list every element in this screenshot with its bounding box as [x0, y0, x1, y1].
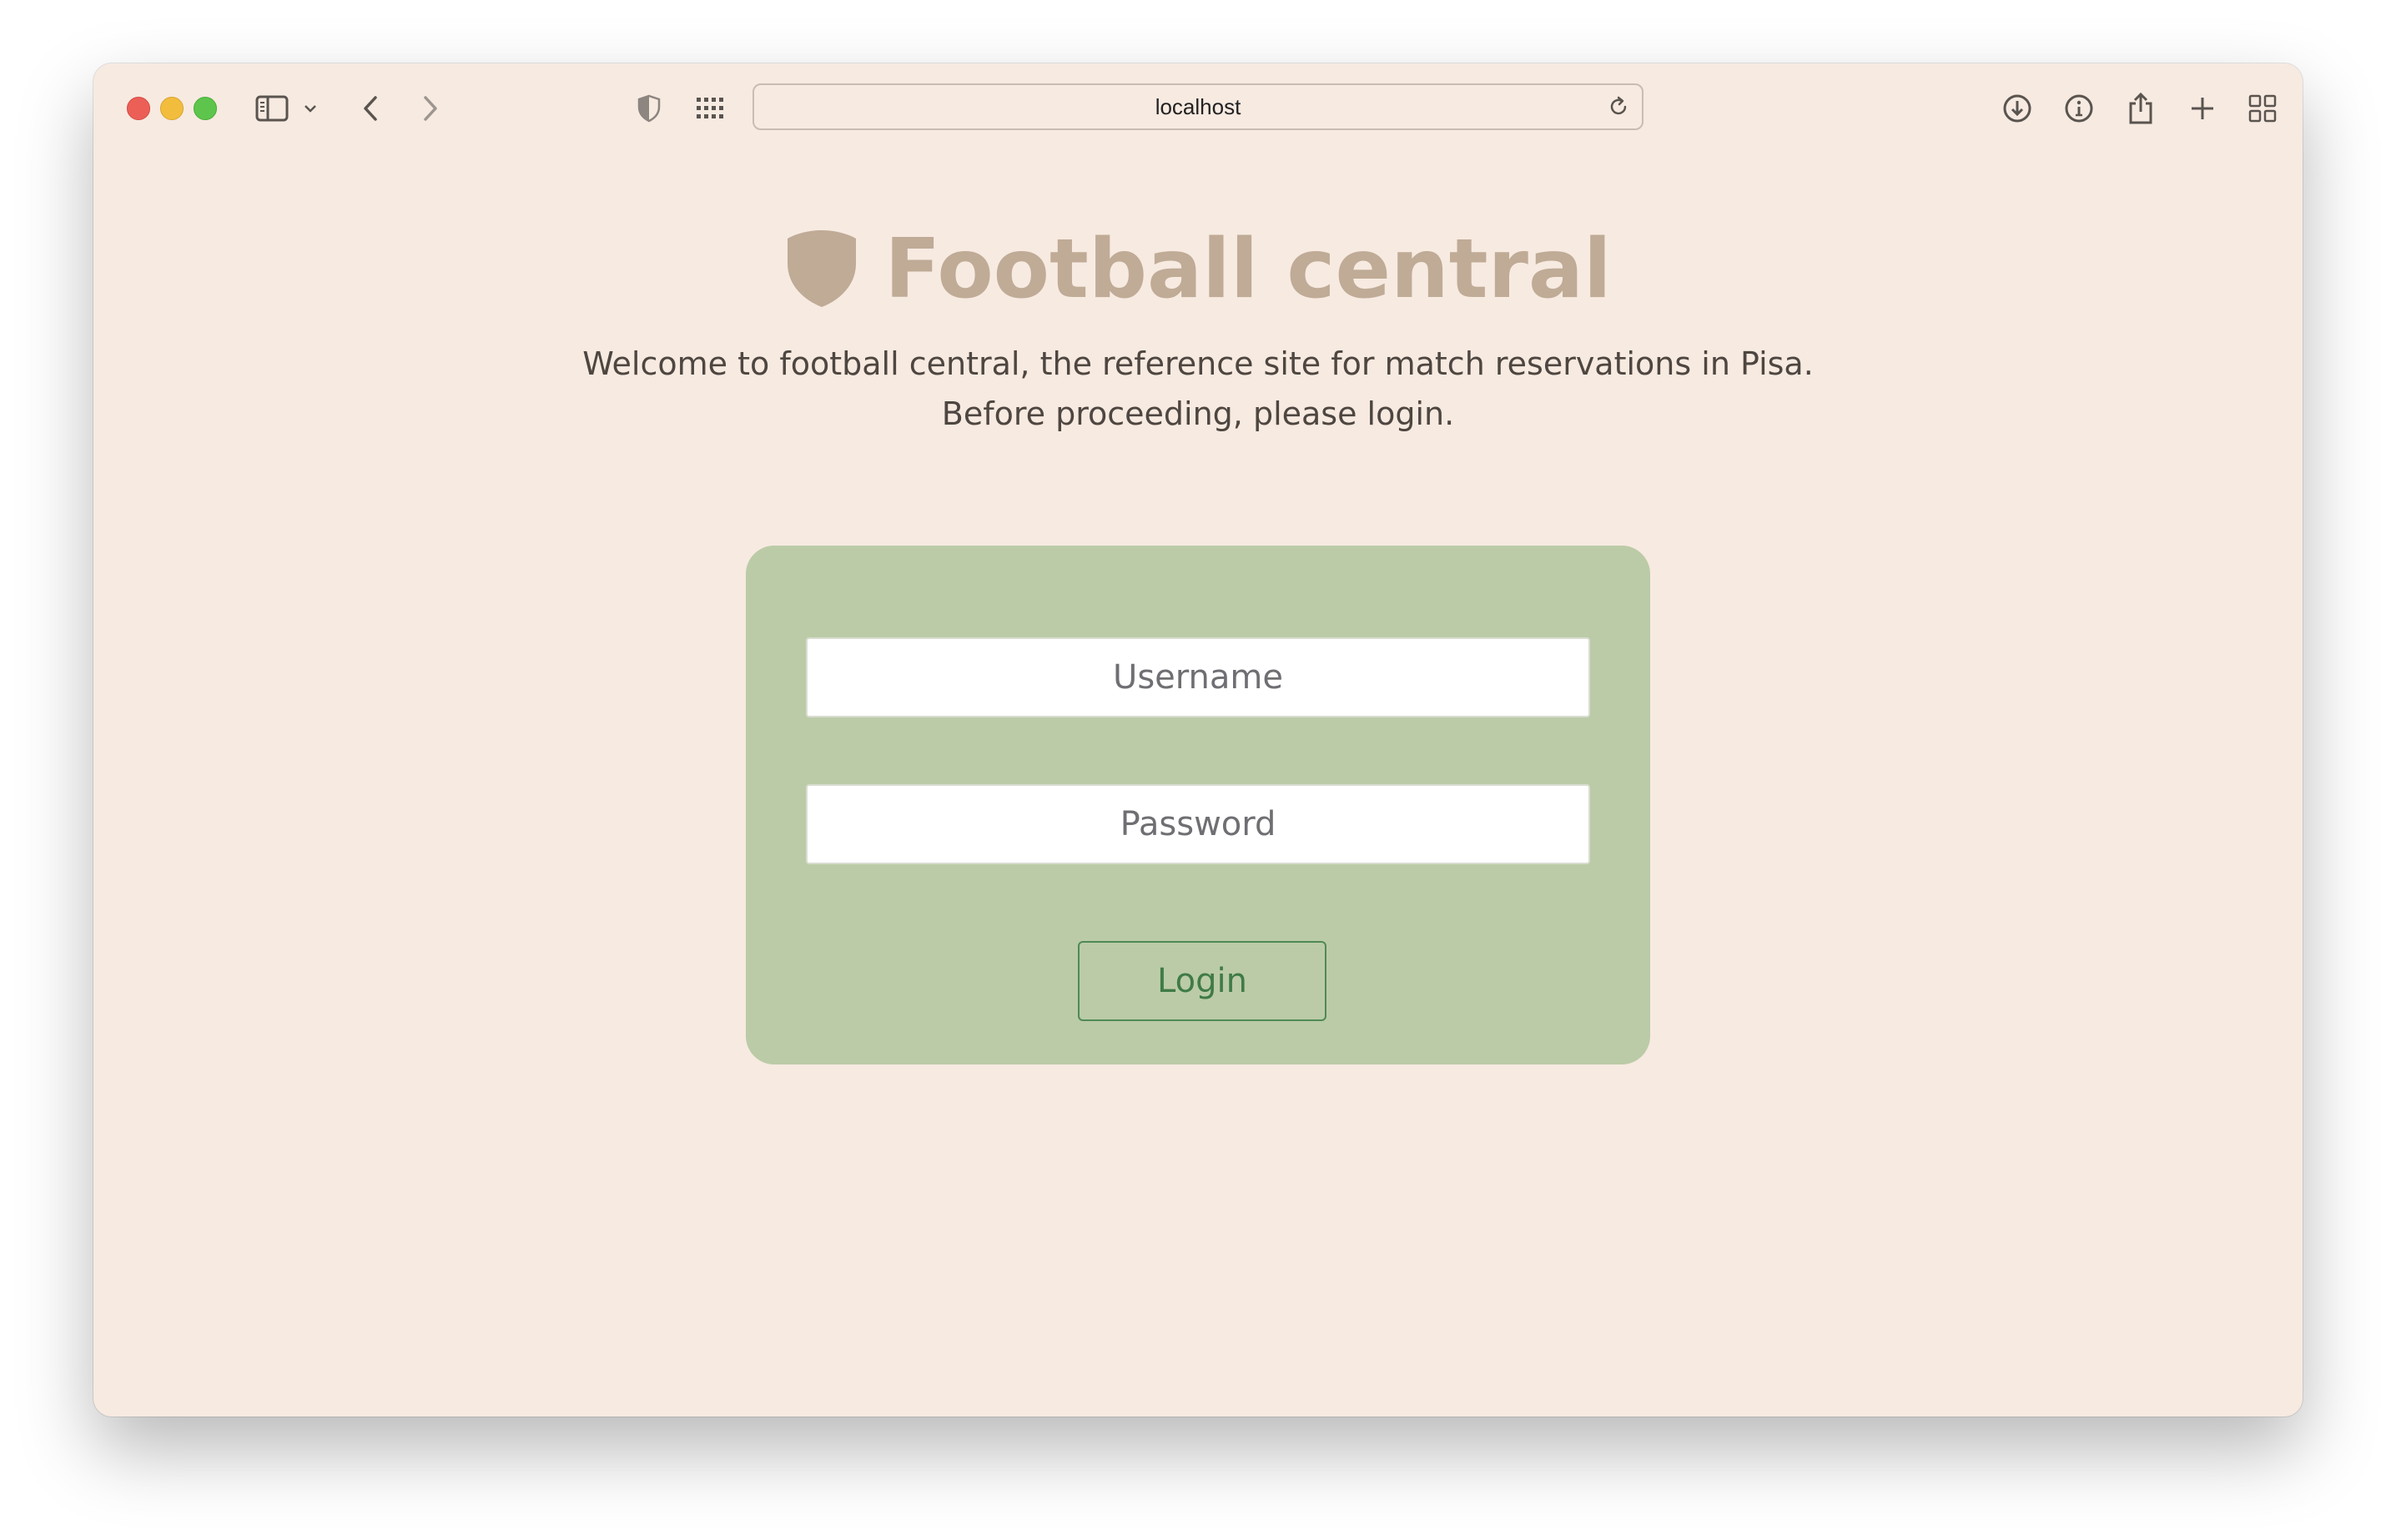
shield-icon[interactable]	[634, 90, 664, 127]
url-text: localhost	[1155, 93, 1241, 119]
browser-toolbar: localhost	[93, 63, 2303, 150]
zoom-window-button[interactable]	[194, 97, 217, 120]
site-title: Football central	[884, 222, 1612, 317]
browser-window: localhost Football central Welcome to fo…	[93, 63, 2303, 1417]
close-window-button[interactable]	[127, 97, 150, 120]
site-header: Football central	[93, 222, 2303, 317]
welcome-text: Welcome to football central, the referen…	[93, 339, 2303, 439]
chevron-left-icon[interactable]	[357, 90, 384, 127]
download-icon[interactable]	[2001, 90, 2034, 127]
tabs-grid-icon[interactable]	[2246, 90, 2279, 127]
chevron-down-icon[interactable]	[300, 90, 320, 127]
address-bar[interactable]: localhost	[753, 83, 1643, 130]
minimize-window-button[interactable]	[160, 97, 184, 120]
chevron-right-icon[interactable]	[417, 90, 444, 127]
welcome-line-1: Welcome to football central, the referen…	[582, 345, 1814, 382]
shield-icon	[784, 227, 859, 312]
username-input[interactable]	[806, 637, 1590, 717]
login-form: Login	[746, 546, 1650, 1064]
welcome-line-2: Before proceeding, please login.	[941, 395, 1455, 432]
info-icon[interactable]	[2062, 90, 2096, 127]
plus-icon[interactable]	[2186, 90, 2219, 127]
share-icon[interactable]	[2124, 90, 2157, 127]
password-input[interactable]	[806, 784, 1590, 864]
login-button[interactable]: Login	[1078, 941, 1326, 1021]
reload-icon[interactable]	[1607, 95, 1630, 122]
sidebar-icon[interactable]	[254, 90, 290, 127]
grid-dots-icon[interactable]	[694, 90, 727, 127]
